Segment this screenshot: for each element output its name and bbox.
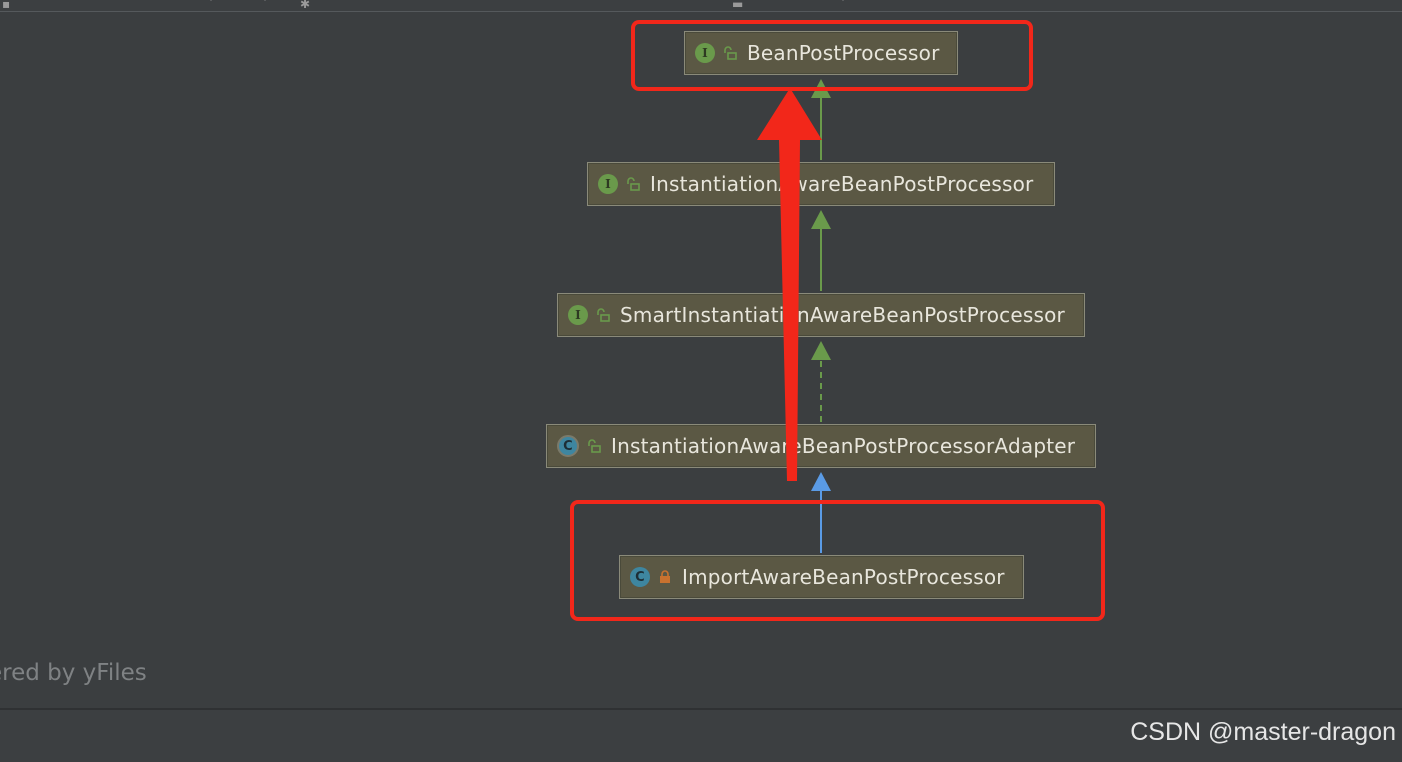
powered-by-label: ered by yFiles [0,660,147,686]
watermark: CSDN @master-dragon [1130,718,1396,746]
annotation-arrow [757,88,822,481]
